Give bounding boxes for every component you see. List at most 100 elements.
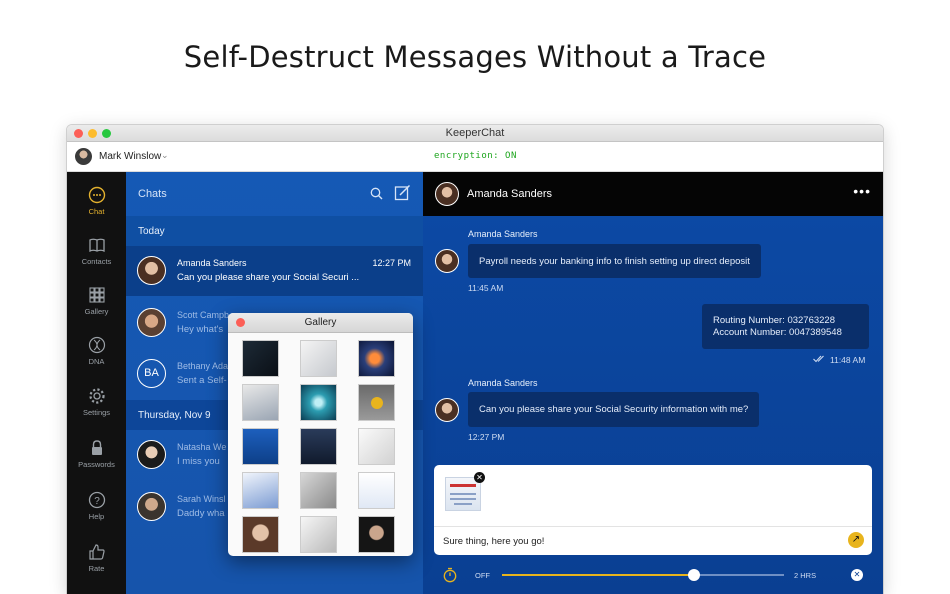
remove-attachment-button[interactable]: ✕ bbox=[474, 472, 485, 483]
chat-name: Scott Campb bbox=[177, 310, 230, 320]
message-sender: Amanda Sanders bbox=[468, 378, 538, 388]
gallery-thumbnail[interactable] bbox=[242, 384, 279, 421]
rail-item-passwords[interactable]: Passwords bbox=[67, 439, 126, 469]
message-time: 11:48 AM bbox=[830, 355, 866, 365]
chat-name: Bethany Ada bbox=[177, 361, 229, 371]
avatar bbox=[435, 249, 459, 273]
message-time: 12:27 PM bbox=[468, 432, 505, 442]
gallery-thumbnail[interactable] bbox=[358, 516, 395, 553]
gallery-thumbnail[interactable] bbox=[358, 384, 395, 421]
send-button[interactable]: ↗ bbox=[848, 532, 864, 548]
section-header-today: Today bbox=[126, 216, 423, 246]
rail-item-chat[interactable]: Chat bbox=[67, 186, 126, 216]
avatar bbox=[137, 256, 166, 285]
timer-icon[interactable] bbox=[443, 567, 457, 583]
minimize-window-button[interactable] bbox=[88, 129, 97, 138]
chevron-down-icon[interactable]: ⌄ bbox=[161, 150, 169, 161]
user-avatar[interactable] bbox=[75, 148, 92, 165]
account-number-text: Account Number: 0047389548 bbox=[713, 326, 842, 338]
avatar bbox=[435, 398, 459, 422]
chat-name: Sarah Winsl bbox=[177, 494, 226, 504]
gallery-thumbnail[interactable] bbox=[358, 340, 395, 377]
conversation-header: Amanda Sanders ••• bbox=[423, 172, 883, 216]
gallery-thumbnail[interactable] bbox=[242, 516, 279, 553]
close-window-button[interactable] bbox=[74, 129, 83, 138]
conversation-panel: Amanda Sanders ••• Amanda Sanders Payrol… bbox=[423, 172, 883, 594]
double-check-icon bbox=[813, 355, 824, 363]
composer-divider bbox=[434, 526, 872, 527]
seal-icon bbox=[371, 397, 383, 409]
rail-label: Contacts bbox=[81, 257, 112, 266]
self-destruct-timer: OFF 2 HRS ✕ bbox=[423, 562, 883, 588]
more-options-icon[interactable]: ••• bbox=[853, 183, 871, 199]
gallery-thumbnail[interactable] bbox=[358, 428, 395, 465]
avatar bbox=[137, 440, 166, 469]
grid-icon bbox=[88, 287, 105, 303]
gallery-thumbnail[interactable] bbox=[300, 428, 337, 465]
encryption-status: encryption: ON bbox=[434, 151, 517, 161]
rail-item-settings[interactable]: Settings bbox=[67, 387, 126, 417]
message-composer[interactable]: ✕ Sure thing, here you go! ↗ bbox=[434, 465, 872, 555]
rail-label: Rate bbox=[88, 564, 105, 573]
chat-bubble-icon bbox=[88, 186, 105, 204]
rail-label: Settings bbox=[82, 408, 111, 417]
gallery-thumbnail[interactable] bbox=[242, 340, 279, 377]
close-gallery-button[interactable] bbox=[236, 318, 245, 327]
chat-row[interactable]: Amanda Sanders 12:27 PM Can you please s… bbox=[126, 246, 423, 296]
message-input[interactable]: Sure thing, here you go! bbox=[443, 536, 544, 547]
chats-title: Chats bbox=[138, 188, 167, 200]
rail-label: Gallery bbox=[84, 307, 109, 316]
gallery-thumbnail[interactable] bbox=[242, 472, 279, 509]
message-sender: Amanda Sanders bbox=[468, 229, 538, 239]
avatar-initials: BA bbox=[137, 359, 166, 388]
message-bubble-outgoing: Routing Number: 032763228 Account Number… bbox=[702, 304, 869, 349]
user-name[interactable]: Mark Winslow bbox=[99, 151, 161, 162]
app-window: KeeperChat Mark Winslow ⌄ encryption: ON… bbox=[67, 125, 883, 594]
book-icon bbox=[88, 238, 105, 253]
avatar bbox=[137, 492, 166, 521]
chats-header: Chats bbox=[126, 172, 423, 216]
rail-item-gallery[interactable]: Gallery bbox=[67, 286, 126, 316]
message-bubble-incoming: Payroll needs your banking info to finis… bbox=[468, 244, 761, 278]
conversation-contact-name: Amanda Sanders bbox=[467, 188, 552, 200]
rail-label: Passwords bbox=[78, 460, 115, 469]
compose-icon[interactable] bbox=[394, 184, 411, 201]
timer-slider[interactable] bbox=[502, 569, 784, 581]
dna-icon bbox=[88, 336, 105, 354]
rail-label: Chat bbox=[88, 207, 105, 216]
avatar bbox=[137, 308, 166, 337]
gallery-thumbnail[interactable] bbox=[300, 340, 337, 377]
page-headline: Self-Destruct Messages Without a Trace bbox=[183, 40, 767, 74]
gallery-thumbnail[interactable] bbox=[358, 472, 395, 509]
gallery-thumbnail[interactable] bbox=[300, 472, 337, 509]
gallery-thumbnail[interactable] bbox=[242, 428, 279, 465]
window-title: KeeperChat bbox=[445, 127, 505, 139]
routing-number-text: Routing Number: 032763228 bbox=[713, 314, 836, 326]
search-icon[interactable] bbox=[370, 187, 383, 200]
rail-item-rate[interactable]: Rate bbox=[67, 543, 126, 573]
timer-slider-fill bbox=[502, 574, 694, 576]
message-time: 11:45 AM bbox=[468, 283, 504, 293]
gallery-thumbnail[interactable] bbox=[300, 516, 337, 553]
message-text: Can you please share your Social Securit… bbox=[479, 404, 749, 415]
zoom-window-button[interactable] bbox=[102, 129, 111, 138]
gear-icon bbox=[88, 388, 105, 404]
gallery-video-thumbnail[interactable] bbox=[300, 384, 337, 421]
svg-text:?: ? bbox=[94, 496, 100, 507]
lock-icon bbox=[91, 440, 102, 455]
timer-slider-handle[interactable] bbox=[687, 569, 700, 581]
rail-item-help[interactable]: ? Help bbox=[67, 491, 126, 521]
avatar[interactable] bbox=[435, 182, 459, 206]
chat-name: Natasha We bbox=[177, 442, 227, 452]
chat-name: Amanda Sanders bbox=[177, 258, 247, 268]
message-text: Payroll needs your banking info to finis… bbox=[479, 255, 750, 267]
rail-item-dna[interactable]: DNA bbox=[67, 336, 126, 366]
timer-max-label: 2 HRS bbox=[794, 571, 817, 580]
timer-off-label: OFF bbox=[475, 571, 490, 580]
rail-label: Help bbox=[88, 512, 105, 521]
close-timer-button[interactable]: ✕ bbox=[851, 569, 863, 581]
gallery-title: Gallery bbox=[304, 317, 337, 328]
user-bar: Mark Winslow ⌄ encryption: ON bbox=[67, 142, 883, 172]
gallery-popup: Gallery bbox=[228, 313, 413, 556]
rail-item-contacts[interactable]: Contacts bbox=[67, 236, 126, 266]
